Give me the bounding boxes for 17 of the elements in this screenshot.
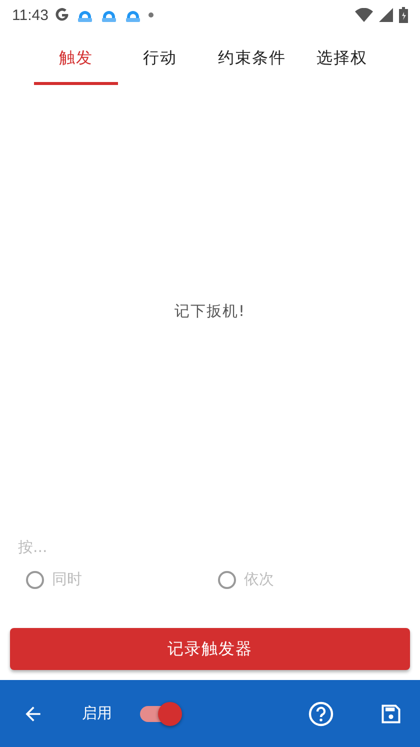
tab[interactable]: 行动 (118, 30, 202, 85)
save-icon[interactable] (380, 702, 402, 724)
mode-label: 按... (18, 538, 48, 557)
enable-label: 启用 (82, 704, 112, 723)
tab[interactable]: 约束条件 (202, 30, 302, 85)
signal-icon (379, 8, 393, 22)
dot-icon (148, 12, 154, 18)
google-icon (54, 7, 70, 23)
enable-switch[interactable] (140, 702, 182, 726)
record-trigger-button[interactable]: 记录触发器 (10, 628, 410, 670)
status-time: 11:43 (12, 6, 48, 24)
empty-message: 记下扳机! (174, 302, 246, 321)
wifi-icon (355, 8, 373, 22)
tab[interactable]: 选择权 (302, 30, 382, 85)
help-icon[interactable] (308, 700, 334, 726)
battery-icon (399, 7, 408, 23)
tab[interactable]: 触发 (34, 30, 118, 85)
